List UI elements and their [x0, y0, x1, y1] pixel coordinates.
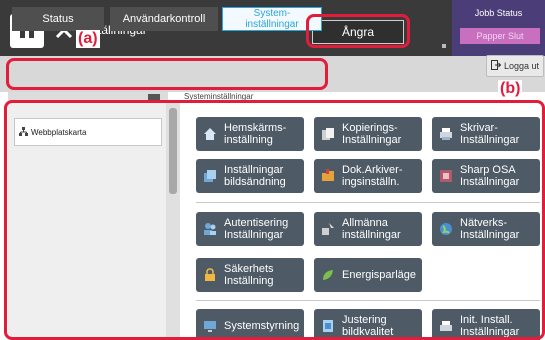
logout-label: Logga ut: [503, 61, 540, 71]
logout-button[interactable]: Logga ut: [486, 55, 544, 77]
annotation-a-label: (a): [76, 30, 100, 48]
indicator-dot: [442, 44, 446, 48]
annotation-b-label: (b): [498, 80, 523, 98]
annotation-b-box: [4, 100, 545, 340]
job-status-message: Papper Slut: [460, 28, 540, 44]
job-status-label: Jobb Status: [474, 8, 523, 18]
logout-icon: [490, 60, 502, 72]
tab-status[interactable]: Status: [12, 7, 104, 31]
job-status-button[interactable]: Jobb Status Papper Slut: [452, 0, 545, 56]
undo-highlight: [306, 14, 410, 48]
tab-user-control[interactable]: Användarkontroll: [110, 7, 218, 31]
annotation-a-box: [6, 58, 328, 90]
